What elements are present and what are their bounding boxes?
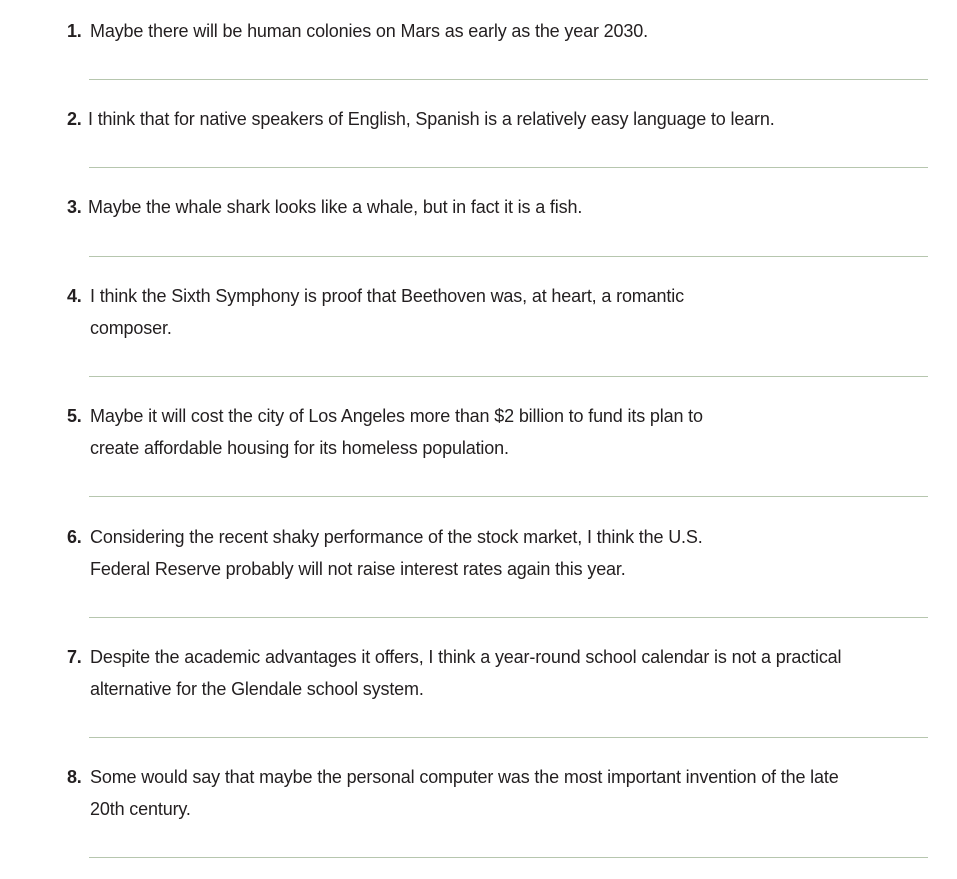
item-number: 2.	[67, 109, 82, 129]
answer-line[interactable]	[89, 167, 928, 168]
item-number: 3.	[67, 197, 82, 217]
item-number: 8.	[67, 767, 82, 787]
item-number: 1.	[67, 21, 82, 41]
item-sentence: Despite the academic advantages it offer…	[90, 647, 842, 699]
item-number: 5.	[67, 406, 82, 426]
item-sentence: Maybe there will be human colonies on Ma…	[90, 21, 648, 41]
item-number: 7.	[67, 647, 82, 667]
exercise-list: 1. Maybe there will be human colonies on…	[0, 0, 957, 879]
answer-line[interactable]	[89, 857, 928, 858]
answer-line[interactable]	[89, 256, 928, 257]
item-number: 6.	[67, 527, 82, 547]
answer-line[interactable]	[89, 376, 928, 377]
item-sentence: Considering the recent shaky performance…	[90, 527, 703, 579]
item-sentence: Some would say that maybe the personal c…	[90, 767, 839, 819]
answer-line[interactable]	[89, 496, 928, 497]
answer-line[interactable]	[89, 617, 928, 618]
answer-line[interactable]	[89, 79, 928, 80]
answer-line[interactable]	[89, 737, 928, 738]
item-sentence: Maybe it will cost the city of Los Angel…	[90, 406, 703, 458]
item-sentence: I think that for native speakers of Engl…	[88, 109, 775, 129]
item-sentence: I think the Sixth Symphony is proof that…	[90, 286, 684, 338]
item-sentence: Maybe the whale shark looks like a whale…	[88, 197, 583, 217]
item-number: 4.	[67, 286, 82, 306]
